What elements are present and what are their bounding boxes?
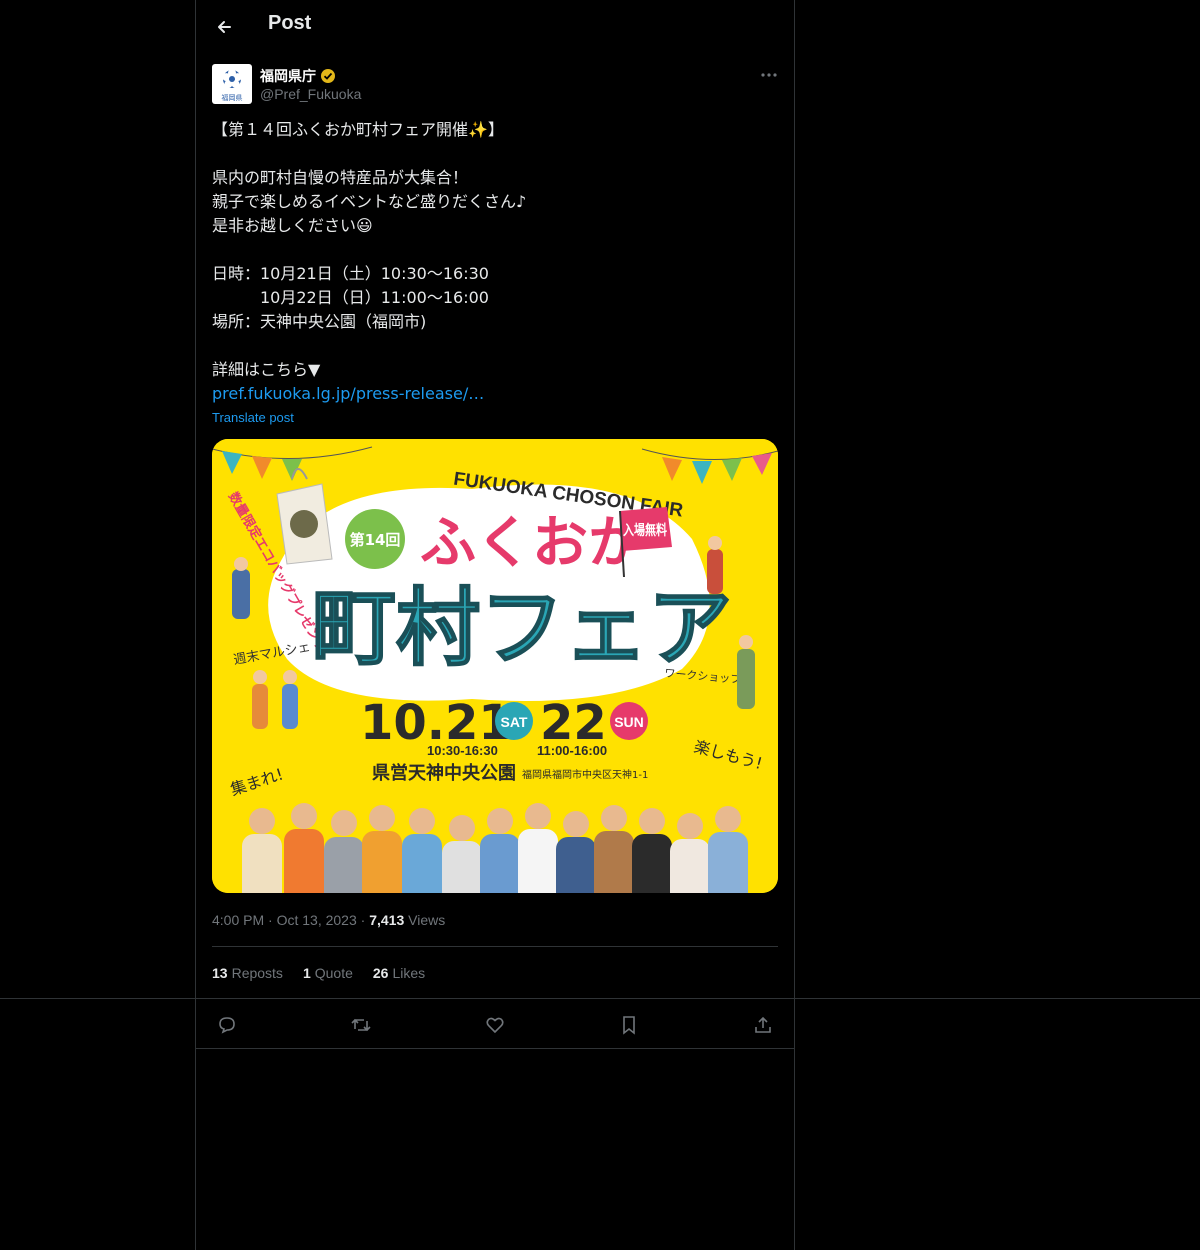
bookmark-icon — [623, 1016, 635, 1035]
post-line: 是非お越しください😃 — [212, 216, 373, 235]
post-line — [212, 142, 772, 166]
time-1: 10:30-16:30 — [427, 743, 498, 758]
like-button[interactable] — [480, 1010, 510, 1040]
arrow-left-icon — [218, 21, 231, 33]
post-line: 県内の町村自慢の特産品が大集合！ — [212, 168, 469, 187]
divider — [212, 946, 778, 947]
translate-post-link[interactable]: Translate post — [212, 410, 294, 425]
time-2: 11:00-16:00 — [537, 743, 607, 758]
fukuoka-logo-icon: 福岡県 — [222, 69, 243, 102]
reply-icon — [219, 1017, 235, 1034]
post-line: 【第１４回ふくおか町村フェア開催✨】 — [212, 120, 504, 139]
free-entry-text: 入場無料 — [623, 522, 667, 539]
likes-stat[interactable]: 26 Likes — [373, 965, 425, 981]
post-meta: 4:00 PM · Oct 13, 2023 · 7,413 Views — [212, 912, 446, 928]
main-column: Post 福岡県 福岡県庁 @Pref_Fukuoka 【第１４回ふくおか町村フ… — [195, 0, 795, 1250]
post-header: Post — [196, 0, 794, 54]
avatar[interactable]: 福岡県 — [212, 64, 252, 104]
repost-icon — [351, 1018, 371, 1032]
post-line: 詳細はこちら▼ — [212, 360, 321, 379]
post-line: 親子で楽しめるイベントなど盛りだくさん♪ — [212, 192, 527, 211]
heart-icon — [486, 1017, 504, 1034]
author-name[interactable]: 福岡県庁 — [260, 66, 336, 86]
reposts-stat[interactable]: 13 Reposts — [212, 965, 283, 981]
reply-button[interactable] — [212, 1010, 242, 1040]
post-image[interactable]: 数量限定エコバッグプレゼント FUKUOKA CHOSON FAIR 第14回 … — [212, 439, 778, 893]
author-name-text: 福岡県庁 — [260, 69, 316, 85]
day-1: SAT — [501, 714, 528, 730]
venue-text: 県営天神中央公園 — [372, 762, 516, 784]
edition-text: 第14回 — [350, 531, 401, 549]
poster-title-top: ふくおか — [420, 511, 644, 576]
poster-title-main: 町村フェア — [312, 579, 732, 677]
share-icon — [755, 1016, 771, 1033]
post-line — [212, 238, 772, 262]
event-poster: 数量限定エコバッグプレゼント FUKUOKA CHOSON FAIR 第14回 … — [212, 439, 778, 893]
engagement-stats: 13 Reposts 1 Quote 26 Likes — [212, 965, 425, 981]
back-button[interactable] — [210, 12, 240, 42]
post-line: 10月22日（日）11:00〜16:00 — [212, 288, 489, 307]
page-title: Post — [268, 12, 312, 34]
bookmark-button[interactable] — [614, 1010, 644, 1040]
author-handle[interactable]: @Pref_Fukuoka — [260, 86, 361, 102]
action-bar — [212, 1010, 778, 1042]
post-date[interactable]: Oct 13, 2023 — [277, 912, 357, 928]
avatar-text: 福岡県 — [222, 93, 243, 102]
post-text: 【第１４回ふくおか町村フェア開催✨】 県内の町村自慢の特産品が大集合！ 親子で楽… — [212, 118, 772, 406]
post-line — [212, 334, 772, 358]
day-2: SUN — [614, 714, 644, 730]
more-options-button[interactable] — [758, 66, 780, 84]
post-time[interactable]: 4:00 PM — [212, 912, 264, 928]
address-text: 福岡県福岡市中央区天神1-1 — [522, 768, 648, 781]
share-button[interactable] — [748, 1010, 778, 1040]
views-label: Views — [408, 912, 446, 928]
verified-badge-icon — [321, 69, 335, 83]
more-icon — [761, 73, 777, 77]
post-line: 日時：10月21日（土）10:30〜16:30 — [212, 264, 489, 283]
post-line: 場所：天神中央公園（福岡市) — [212, 312, 427, 331]
post-link[interactable]: pref.fukuoka.lg.jp/press-release/… — [212, 384, 484, 403]
repost-button[interactable] — [346, 1010, 376, 1040]
quotes-stat[interactable]: 1 Quote — [303, 965, 353, 981]
view-count: 7,413 — [369, 912, 405, 928]
